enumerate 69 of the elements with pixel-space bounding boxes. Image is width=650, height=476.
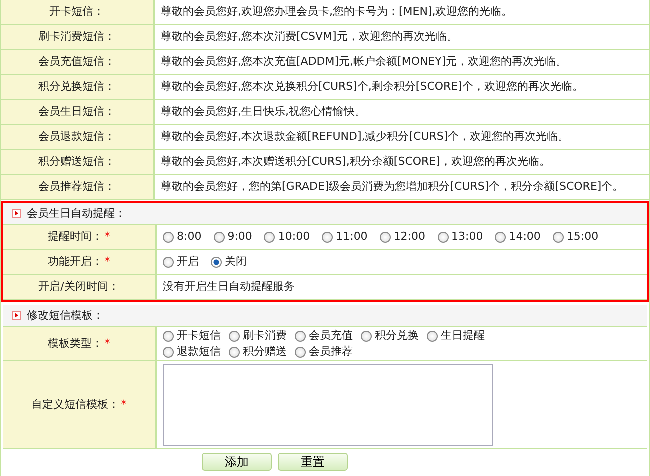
radio-button[interactable] [380,232,391,242]
radio-button[interactable] [438,232,449,242]
radio-button[interactable] [264,232,276,242]
required-mark: * [104,230,110,244]
radio-button[interactable] [229,330,240,342]
field-label: 积分兑换短信： [38,80,116,94]
required-mark: * [104,255,110,269]
field-label: 会员充值短信： [38,55,116,69]
field-label: 积分赠送短信： [38,155,116,169]
radio-option[interactable]: 12:00 [380,230,426,244]
radio-option[interactable]: 积分兑换 [361,329,419,343]
radio-button[interactable] [295,346,306,358]
add-button[interactable]: 添加 [202,453,272,471]
template-textarea[interactable] [163,364,493,446]
message-text: 尊敬的会员您好,生日快乐,祝您心情愉快。 [161,105,366,119]
field-label: 提醒时间： [48,230,103,244]
radio-button[interactable] [211,256,222,268]
field-label: 开启/关闭时间： [38,280,120,294]
radio-option[interactable]: 10:00 [264,230,310,244]
radio-option[interactable]: 8:00 [163,230,202,244]
radio-button[interactable] [552,232,564,242]
required-mark: * [104,337,110,351]
radio-button[interactable] [229,346,240,358]
radio-option[interactable]: 关闭 [211,255,247,269]
radio-option[interactable]: 11:00 [322,230,368,244]
reset-button[interactable]: 重置 [278,453,348,471]
radio-button[interactable] [163,232,174,242]
message-text: 尊敬的会员您好,您本次消费[CSVM]元，欢迎您的再次光临。 [161,30,458,44]
required-mark: * [121,398,127,412]
radio-button[interactable] [295,330,306,342]
field-label: 模板类型： [48,337,103,351]
radio-button[interactable] [163,256,174,268]
radio-button[interactable] [427,330,438,342]
message-text: 尊敬的会员您好,本次退款金额[REFUND],减少积分[CURS]个，欢迎您的再次光临。 [161,130,570,144]
field-label: 会员生日短信： [38,105,116,119]
radio-option[interactable]: 开启 [163,255,199,269]
radio-option[interactable]: 15:00 [552,230,599,244]
value-text: 没有开启生日自动提醒服务 [163,280,295,294]
radio-button[interactable] [163,346,174,358]
radio-option[interactable]: 退款短信 [163,345,221,359]
radio-button[interactable] [214,232,225,242]
bullet-icon [12,311,21,320]
radio-option[interactable]: 开卡短信 [163,329,221,343]
radio-option[interactable]: 会员推荐 [295,345,353,359]
message-text: 尊敬的会员您好,欢迎您办理会员卡,您的卡号为：[MEN],欢迎您的光临。 [161,5,513,19]
radio-button[interactable] [322,232,334,242]
field-label: 自定义短信模板： [31,398,120,412]
radio-option[interactable]: 会员充值 [295,329,353,343]
field-label: 刷卡消费短信： [38,30,116,44]
radio-option[interactable]: 刷卡消费 [229,329,287,343]
section-title: 会员生日自动提醒： [27,206,126,220]
radio-button[interactable] [163,330,174,342]
radio-button[interactable] [495,232,506,242]
section-title: 修改短信模板： [27,308,104,322]
field-label: 开卡短信： [50,5,104,19]
radio-option[interactable]: 9:00 [214,230,252,244]
message-text: 尊敬的会员您好,本次赠送积分[CURS],积分余额[SCORE]，欢迎您的再次光临。 [161,155,550,169]
message-text: 尊敬的会员您好,您本次兑换积分[CURS]个,剩余积分[SCORE]个，欢迎您的再次光临。 [161,80,584,94]
radio-option[interactable]: 14:00 [495,230,541,244]
radio-option[interactable]: 积分赠送 [229,345,287,359]
field-label: 功能开启： [48,255,103,269]
bullet-icon [12,209,21,218]
radio-option[interactable]: 13:00 [438,230,484,244]
radio-button[interactable] [361,330,372,342]
message-text: 尊敬的会员您好，您的第[GRADE]级会员消费为您增加积分[CURS]个，积分余额[SCORE]个。 [161,180,624,194]
field-label: 会员退款短信： [38,130,116,144]
field-label: 会员推荐短信： [38,180,116,194]
radio-option[interactable]: 生日提醒 [427,329,485,343]
message-text: 尊敬的会员您好,您本次充值[ADDM]元,帐户余额[MONEY]元，欢迎您的再次光临。 [161,55,568,69]
